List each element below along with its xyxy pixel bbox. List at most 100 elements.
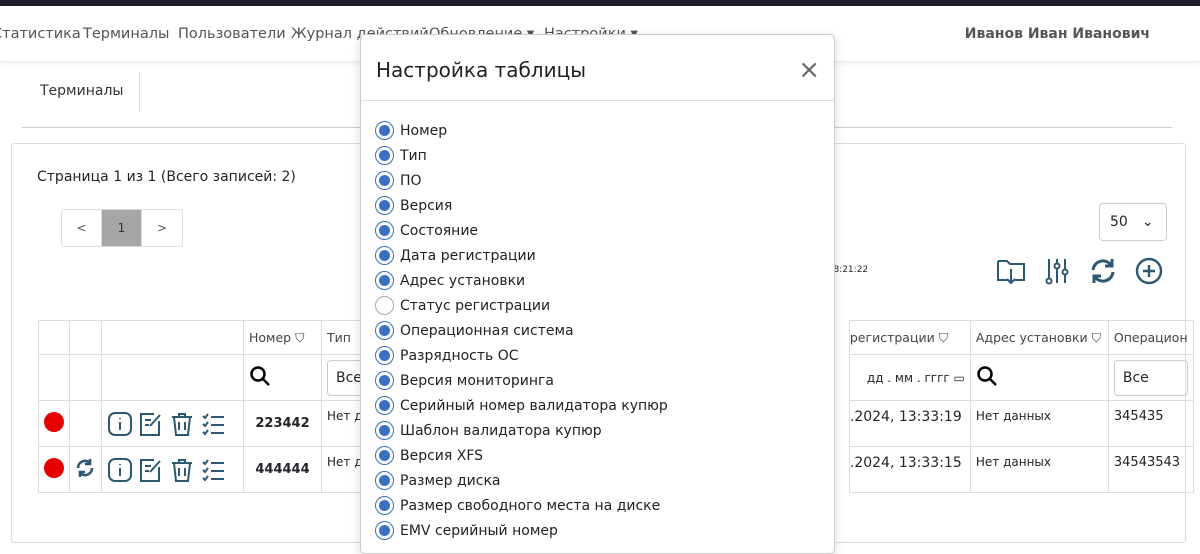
column-option[interactable]: Состояние [375,218,668,243]
modal-divider [361,100,834,101]
column-option[interactable]: Шаблон валидатора купюр [375,418,668,443]
status-dot-icon [44,457,64,478]
edit-icon[interactable] [138,411,164,437]
export-folder-icon[interactable] [995,255,1027,287]
user-name[interactable]: Иванов Иван Иванович [965,26,1150,42]
column-option-label: Версия мониторинга [400,372,554,389]
page-info: Страница 1 из 1 (Всего записей: 2) [37,169,296,185]
chevron-down-icon: ⌄ [1141,214,1154,230]
radio-toggle[interactable] [375,271,394,290]
column-option[interactable]: Разрядность ОС [375,343,668,368]
add-circle-icon[interactable] [1133,255,1165,287]
column-option[interactable]: Размер свободного места на диске [375,493,668,518]
header-os[interactable]: Операцион [1107,320,1194,355]
column-option[interactable]: Версия мониторинга [375,368,668,393]
radio-toggle[interactable] [375,296,394,315]
calendar-icon: ▭ [953,370,965,385]
column-option[interactable]: Статус регистрации [375,293,668,318]
checklist-icon[interactable] [200,411,226,437]
column-options: Номер Тип ПО Версия Состояние Дата регистраци… [375,118,668,543]
column-option-label: Статус регистрации [400,297,551,314]
radio-toggle[interactable] [375,371,394,390]
os-filter-select[interactable]: Все [1113,359,1188,396]
column-option[interactable]: Размер диска [375,468,668,493]
table-settings-icon[interactable] [1041,255,1073,287]
edit-icon[interactable] [138,457,164,483]
column-option[interactable]: Номер [375,118,668,143]
column-option[interactable]: EMV серийный номер [375,518,668,543]
breadcrumb: Терминалы [40,83,124,99]
address: Нет данных [969,400,1109,447]
per-page-value: 50 [1110,214,1128,230]
nav-users[interactable]: Пользователи [178,26,286,42]
close-icon[interactable]: × [798,57,820,83]
trash-icon[interactable] [169,457,195,483]
nav-terminals[interactable]: Терминалы [83,26,169,42]
radio-toggle[interactable] [375,496,394,515]
address: Нет данных [969,446,1109,493]
radio-toggle[interactable] [375,171,394,190]
radio-toggle[interactable] [375,346,394,365]
column-option[interactable]: Адрес установки [375,268,668,293]
date-filter-input[interactable]: дд . мм . гггг ▭ [848,354,971,401]
column-option-label: Размер диска [400,472,501,489]
header-reg-date[interactable]: регистрации ⛉ [848,320,971,355]
table-settings-modal: Настройка таблицы × Номер Тип ПО Версия Сост… [360,34,835,554]
trash-icon[interactable] [169,411,195,437]
column-option-label: ПО [400,172,422,189]
filter-icon: ⛉ [1091,329,1101,345]
status-dot-icon [44,411,64,432]
radio-toggle[interactable] [375,421,394,440]
info-icon[interactable] [107,457,133,483]
column-option[interactable]: Дата регистрации [375,243,668,268]
column-option-label: Шаблон валидатора купюр [400,422,602,439]
column-option-label: Версия XFS [400,447,484,464]
row-actions [101,400,244,447]
column-option-label: Состояние [400,222,479,239]
radio-toggle[interactable] [375,446,394,465]
column-option-label: Номер [400,122,448,139]
radio-toggle[interactable] [375,246,394,265]
refresh-icon[interactable] [1087,255,1119,287]
radio-toggle[interactable] [375,221,394,240]
header-address[interactable]: Адрес установки ⛉ [969,320,1109,355]
radio-toggle[interactable] [375,321,394,340]
os: 345435 [1107,400,1194,447]
column-option[interactable]: Операционная система [375,318,668,343]
radio-toggle[interactable] [375,396,394,415]
modal-title: Настройка таблицы [376,58,586,82]
column-option-label: Версия [400,197,453,214]
column-option-label: Адрес установки [400,272,526,289]
radio-toggle[interactable] [375,521,394,540]
column-option[interactable]: ПО [375,168,668,193]
page-1-button[interactable]: 1 [102,210,142,246]
radio-toggle[interactable] [375,196,394,215]
prev-page-button[interactable]: < [62,210,102,246]
header-number[interactable]: Номер ⛉ [243,320,322,355]
info-icon[interactable] [107,411,133,437]
column-option[interactable]: Версия XFS [375,443,668,468]
per-page-select[interactable]: 50 ⌄ [1099,203,1167,241]
radio-toggle[interactable] [375,471,394,490]
radio-toggle[interactable] [375,146,394,165]
filter-icon: ⛉ [295,329,305,345]
column-option-label: EMV серийный номер [400,522,558,539]
address-search[interactable] [969,354,1109,401]
row-actions [101,446,244,493]
next-page-button[interactable]: > [142,210,182,246]
column-option-label: Операционная система [400,322,574,339]
column-option-label: Размер свободного места на диске [400,497,661,514]
column-option[interactable]: Версия [375,193,668,218]
terminal-number: 444444 [243,446,322,493]
checklist-icon[interactable] [200,457,226,483]
terminal-number: 223442 [243,400,322,447]
column-option-label: Тип [400,147,427,164]
reg-date: .2024, 13:33:19 [848,400,971,447]
column-option-label: Дата регистрации [400,247,536,264]
number-search[interactable] [243,354,322,401]
search-icon [977,365,997,386]
column-option[interactable]: Серийный номер валидатора купюр [375,393,668,418]
nav-statistics[interactable]: Статистика [0,26,81,42]
radio-toggle[interactable] [375,121,394,140]
column-option[interactable]: Тип [375,143,668,168]
